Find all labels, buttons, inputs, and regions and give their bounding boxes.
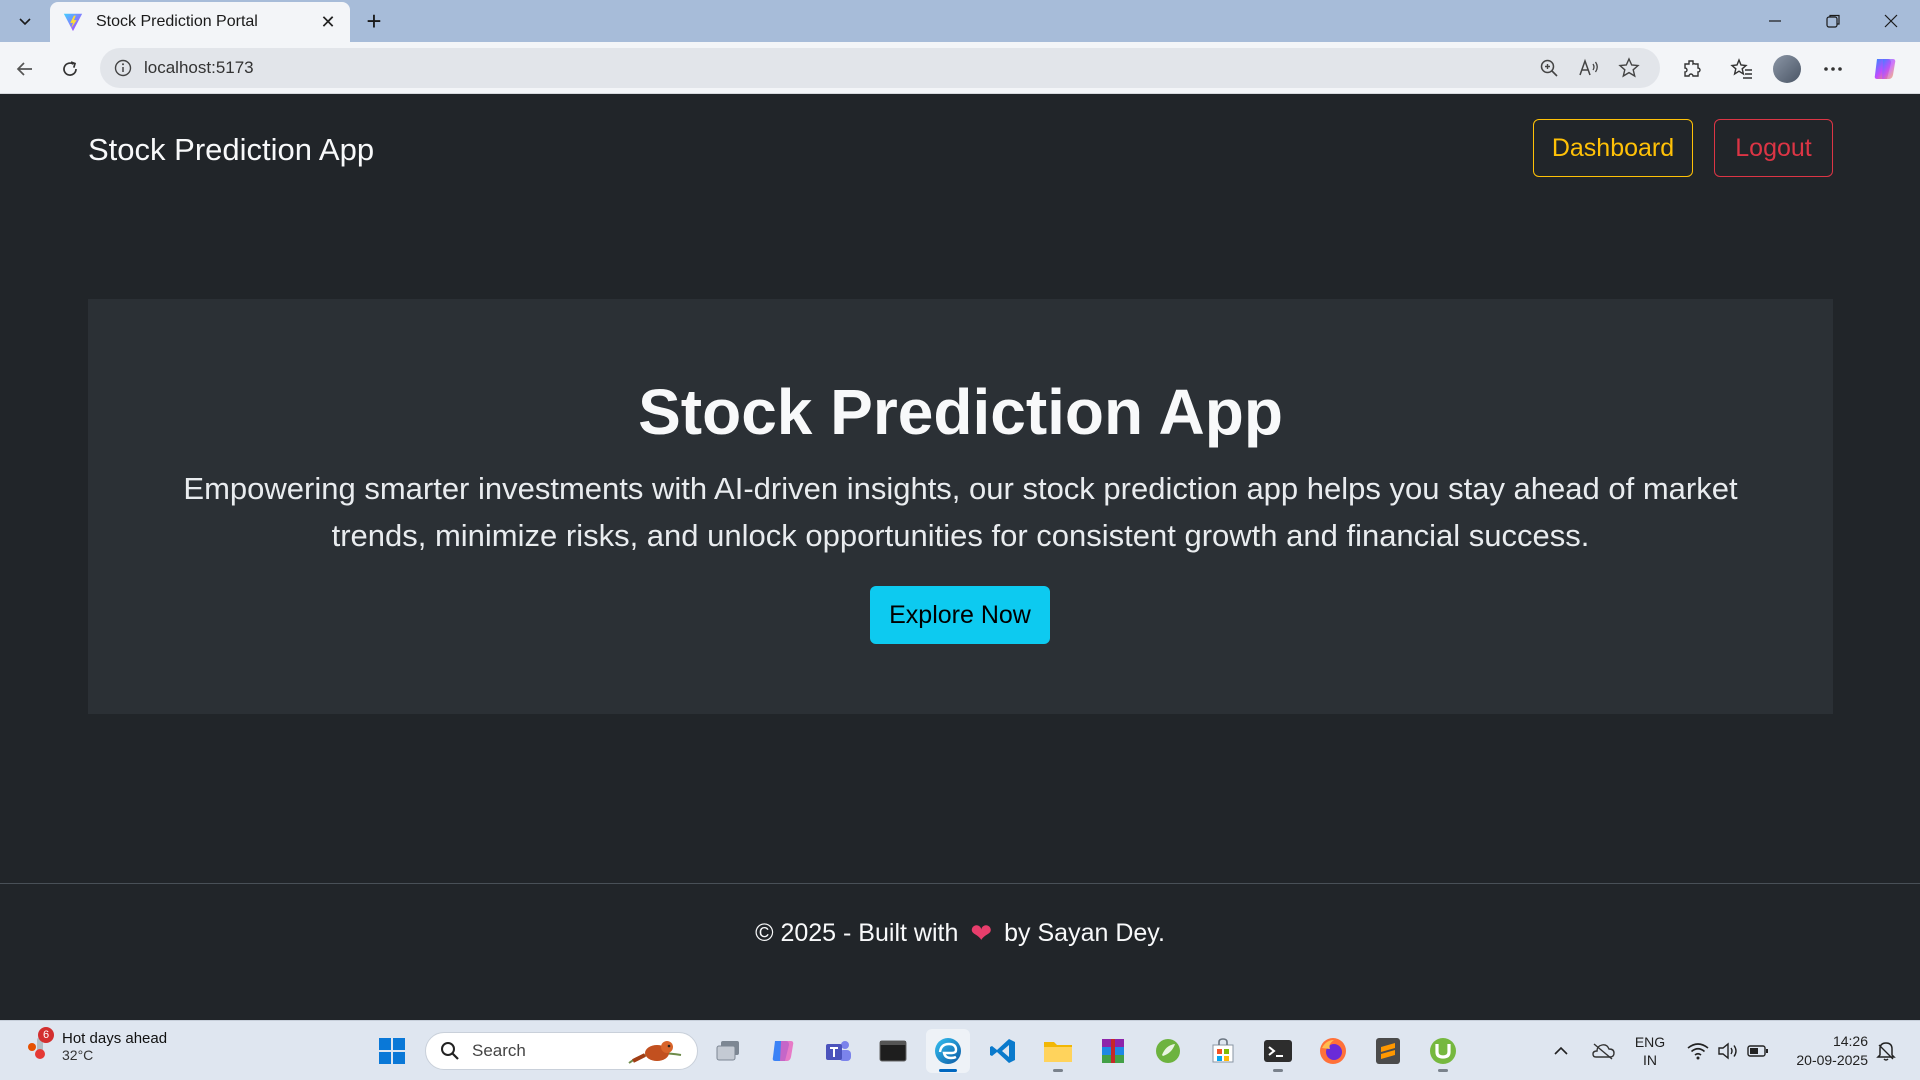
vite-favicon-icon (63, 13, 83, 32)
zoom-icon[interactable] (1532, 51, 1566, 85)
taskbar-search-input[interactable]: Search (425, 1032, 698, 1070)
read-aloud-icon[interactable] (1572, 51, 1606, 85)
address-bar[interactable]: localhost:5173 (100, 48, 1660, 88)
thermometer-icon: 6 (22, 1027, 56, 1063)
windows-terminal-icon[interactable] (1256, 1029, 1300, 1073)
back-arrow-icon[interactable] (8, 52, 42, 86)
utorrent-icon[interactable] (1421, 1029, 1465, 1073)
hero-section: Stock Prediction App Empowering smarter … (88, 299, 1833, 714)
sublime-text-icon[interactable] (1366, 1029, 1410, 1073)
footer-text: © 2025 - Built with ❤ by Sayan Dey. (0, 918, 1920, 949)
taskbar: 6 Hot days ahead 32°C Search ENG IN 14:2… (0, 1020, 1920, 1080)
terminal-window-icon[interactable] (871, 1029, 915, 1073)
clock-date: 20-09-2025 (1796, 1052, 1868, 1068)
file-explorer-icon[interactable] (1036, 1029, 1080, 1073)
more-menu-icon[interactable] (1816, 52, 1850, 86)
search-icon (441, 1042, 459, 1060)
start-windows-icon[interactable] (370, 1029, 414, 1073)
search-label: Search (472, 1041, 526, 1060)
running-indicator (1053, 1069, 1063, 1072)
footer-prefix: © 2025 - Built with (755, 919, 959, 947)
profile-avatar[interactable] (1770, 52, 1804, 86)
restore-icon[interactable] (1808, 6, 1858, 36)
dashboard-button[interactable]: Dashboard (1533, 119, 1693, 177)
active-indicator (939, 1069, 957, 1072)
favorites-list-icon[interactable] (1725, 52, 1759, 86)
browser-toolbar: localhost:5173 (0, 42, 1920, 94)
vscode-icon[interactable] (981, 1029, 1025, 1073)
task-view-icon[interactable] (706, 1029, 750, 1073)
footer-suffix: by Sayan Dey. (1004, 919, 1165, 947)
hero-title: Stock Prediction App (638, 376, 1283, 448)
volume-icon[interactable] (1714, 1029, 1742, 1073)
copilot-app-icon[interactable] (761, 1029, 805, 1073)
tab-list-chevron-icon[interactable] (8, 8, 42, 34)
running-indicator (1273, 1069, 1283, 1072)
close-window-icon[interactable] (1866, 6, 1916, 36)
tab-title: Stock Prediction Portal (96, 13, 258, 30)
minimize-icon[interactable] (1750, 6, 1800, 36)
clock[interactable]: 14:26 20-09-2025 (1780, 1029, 1868, 1073)
page-content: Stock Prediction App Dashboard Logout St… (0, 94, 1920, 1020)
navbar: Stock Prediction App Dashboard Logout (0, 94, 1920, 204)
spring-tool-icon[interactable] (1146, 1029, 1190, 1073)
site-info-icon[interactable] (114, 59, 132, 77)
lang-code: ENG (1634, 1034, 1666, 1050)
edge-browser-icon[interactable] (926, 1029, 970, 1073)
hero-description: Empowering smarter investments with AI-d… (183, 471, 1738, 553)
clock-time: 14:26 (1832, 1033, 1868, 1049)
wifi-icon[interactable] (1684, 1029, 1712, 1073)
footer: © 2025 - Built with ❤ by Sayan Dey. (0, 883, 1920, 1020)
weather-title: Hot days ahead (62, 1029, 168, 1047)
logout-button[interactable]: Logout (1714, 119, 1833, 177)
tab-close-icon[interactable]: ✕ (318, 12, 338, 33)
explore-now-button[interactable]: Explore Now (870, 586, 1050, 644)
new-tab-button[interactable]: + (358, 6, 390, 36)
microsoft-store-icon[interactable] (1201, 1029, 1245, 1073)
extensions-icon[interactable] (1675, 52, 1709, 86)
browser-tab-strip: Stock Prediction Portal ✕ + (0, 0, 1920, 42)
heart-icon: ❤ (970, 918, 993, 948)
input-language[interactable]: ENG IN (1630, 1029, 1670, 1073)
weather-temp: 32°C (62, 1046, 94, 1063)
browser-tab-active[interactable]: Stock Prediction Portal ✕ (50, 2, 350, 42)
weather-widget[interactable]: 6 Hot days ahead 32°C (22, 1027, 168, 1063)
firefox-icon[interactable] (1311, 1029, 1355, 1073)
running-indicator (1438, 1069, 1448, 1072)
refresh-icon[interactable] (53, 52, 87, 86)
red-panda-highlight-icon (628, 1041, 682, 1064)
weather-badge: 6 (38, 1027, 54, 1043)
battery-icon[interactable] (1744, 1029, 1772, 1073)
winrar-icon[interactable] (1091, 1029, 1135, 1073)
brand-link[interactable]: Stock Prediction App (88, 132, 374, 168)
favorite-star-icon[interactable] (1612, 51, 1646, 85)
url-text[interactable]: localhost:5173 (144, 58, 1526, 78)
show-hidden-icons-chevron-icon[interactable] (1548, 1029, 1574, 1073)
teams-icon[interactable] (816, 1029, 860, 1073)
lang-region: IN (1643, 1052, 1657, 1068)
notification-bell-icon[interactable] (1872, 1029, 1900, 1073)
onedrive-offline-icon[interactable] (1588, 1029, 1618, 1073)
copilot-icon[interactable] (1868, 52, 1902, 86)
